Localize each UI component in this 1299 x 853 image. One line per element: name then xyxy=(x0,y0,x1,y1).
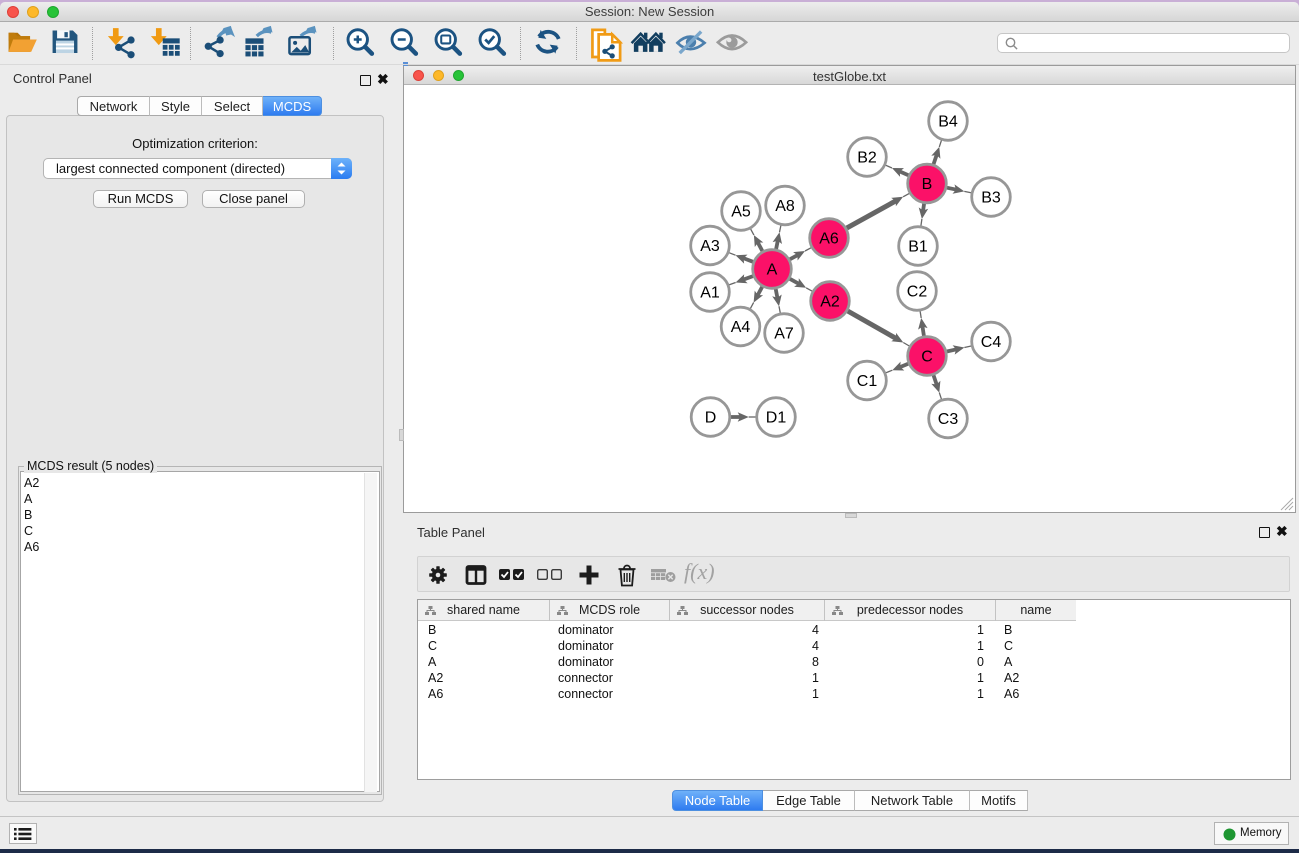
svg-text:A5: A5 xyxy=(731,204,751,221)
svg-text:C2: C2 xyxy=(907,284,928,301)
svg-text:A: A xyxy=(767,262,778,279)
svg-text:D1: D1 xyxy=(766,410,787,427)
svg-text:C: C xyxy=(921,349,933,366)
svg-text:C4: C4 xyxy=(981,334,1002,351)
svg-text:B3: B3 xyxy=(981,190,1001,207)
svg-text:A4: A4 xyxy=(731,319,751,336)
svg-text:B4: B4 xyxy=(938,114,958,131)
svg-text:A7: A7 xyxy=(774,326,794,343)
svg-text:D: D xyxy=(705,410,717,427)
svg-text:B2: B2 xyxy=(857,150,877,167)
svg-text:A2: A2 xyxy=(820,294,840,311)
svg-text:A3: A3 xyxy=(700,238,720,255)
svg-text:A6: A6 xyxy=(819,231,839,248)
svg-text:A8: A8 xyxy=(775,198,795,215)
svg-text:C1: C1 xyxy=(857,373,878,390)
svg-text:B1: B1 xyxy=(908,239,928,256)
svg-text:A1: A1 xyxy=(700,285,720,302)
svg-text:C3: C3 xyxy=(938,411,959,428)
svg-text:B: B xyxy=(922,176,933,193)
